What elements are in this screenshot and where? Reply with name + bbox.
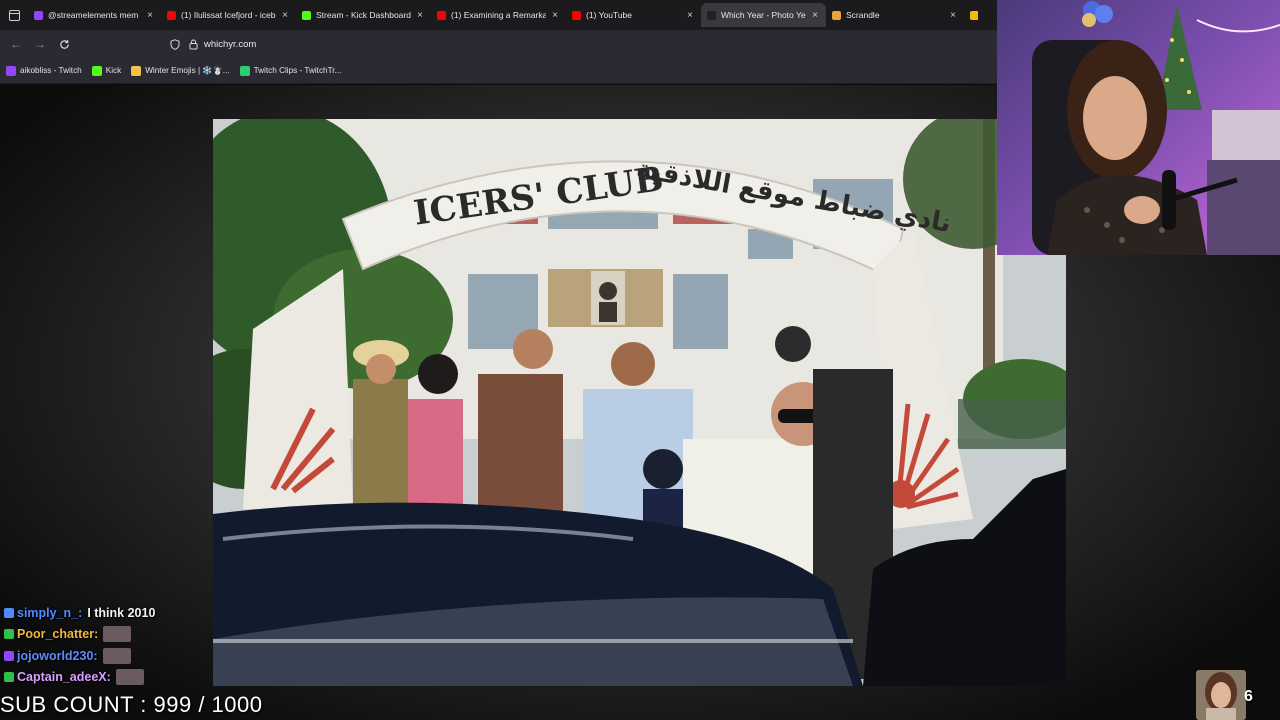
youtube-icon <box>437 10 446 20</box>
address-bar[interactable]: whichyr.com <box>168 33 256 55</box>
chat-username: Captain_adeeX: <box>17 670 111 685</box>
browser-tab[interactable]: Which Year - Photo Year Gu × <box>701 3 826 27</box>
screen: @streamelements mem × (1) Ilulissat Icefjo… <box>0 0 1280 720</box>
close-tab-icon[interactable]: × <box>810 10 820 21</box>
back-arrow-icon[interactable]: ← <box>4 32 28 56</box>
forward-arrow-icon[interactable]: → <box>28 32 52 56</box>
bookmark-item[interactable]: Twitch Clips - TwitchTr... <box>239 65 342 76</box>
sub-count-label: SUB COUNT : 999 / 1000 <box>0 692 263 717</box>
bookmark-item[interactable]: aikobliss - Twitch <box>6 65 82 76</box>
chat-username: simply_n_: <box>17 605 83 620</box>
reload-icon[interactable] <box>52 32 76 56</box>
bookmark-label: Winter Emojis | ❄️☃️... <box>145 65 230 75</box>
folder-icon <box>131 65 142 76</box>
chat-message: simply_n_: I think 2010 <box>4 602 264 624</box>
bookmark-label: Kick <box>105 66 122 75</box>
bookmark-label: aikobliss - Twitch <box>20 66 82 75</box>
close-tab-icon[interactable]: × <box>550 10 560 21</box>
tab-bar: @streamelements mem × (1) Ilulissat Icefjo… <box>0 0 1000 30</box>
tab-list-menu-icon[interactable] <box>0 0 28 30</box>
lock-icon[interactable] <box>186 39 200 50</box>
chat-emote-icon <box>115 669 144 686</box>
close-tab-icon[interactable]: × <box>685 10 695 21</box>
chat-message: Poor_chatter: <box>4 624 264 646</box>
chat-badge-icon <box>4 629 14 640</box>
close-tab-icon[interactable]: × <box>280 10 290 21</box>
navigation-bar: ← → whichyr.com <box>0 30 1000 58</box>
youtube-icon <box>167 10 176 20</box>
browser-tab[interactable]: Scrandle × <box>826 3 964 27</box>
corner-number: 6 <box>1244 688 1253 705</box>
youtube-icon <box>572 10 581 20</box>
twitch-icon <box>34 10 43 20</box>
whichyear-icon <box>707 10 716 20</box>
chat-emote-icon <box>103 626 132 643</box>
webcam-feed <box>997 0 1280 255</box>
tab-label: @streamelements mem <box>48 10 139 20</box>
close-tab-icon[interactable]: × <box>948 10 958 21</box>
tab-label: (1) Examining a Remarkabl <box>451 10 546 20</box>
game-photo: ICERS' CLUB نادي ضباط موقع اللاذقية <box>213 119 1066 686</box>
browser-tab[interactable]: (1) Examining a Remarkabl × <box>431 3 566 27</box>
close-tab-icon[interactable]: × <box>145 10 155 21</box>
bookmark-item[interactable]: Winter Emojis | ❄️☃️... <box>131 65 230 76</box>
bookmarks-bar: aikobliss - Twitch Kick Winter Emojis | ❄️… <box>0 58 1000 84</box>
kick-icon <box>302 10 311 20</box>
browser-tab[interactable]: S <box>964 3 978 27</box>
chat-text: I think 2010 <box>87 605 156 620</box>
tab-label: (1) YouTube <box>586 10 632 20</box>
chat-username: jojoworld230: <box>17 648 98 663</box>
close-tab-icon[interactable]: × <box>415 10 425 21</box>
url-text[interactable]: whichyr.com <box>204 39 256 50</box>
chat-username: Poor_chatter: <box>17 627 99 642</box>
chat-badge-icon <box>4 650 14 661</box>
scrandle-icon <box>832 10 841 20</box>
chat-message: Captain_adeeX: <box>4 667 264 689</box>
tab-label: (1) Ilulissat Icefjord - iceber <box>181 10 276 20</box>
browser-tab[interactable]: Stream - Kick Dashboard × <box>296 3 431 27</box>
chat-overlay: simply_n_: I think 2010 Poor_chatter:jojow… <box>4 602 264 688</box>
browser-tab[interactable]: (1) YouTube × <box>566 3 701 27</box>
bookmark-label: Twitch Clips - TwitchTr... <box>253 66 342 75</box>
kick-icon <box>91 65 102 76</box>
tab-label: Stream - Kick Dashboard <box>316 10 411 20</box>
tab-icon <box>970 10 978 20</box>
corner-avatar <box>1196 670 1246 720</box>
tab-label: Which Year - Photo Year Gu <box>721 10 806 20</box>
chat-message: jojoworld230: <box>4 645 264 667</box>
twitch-icon <box>6 65 16 76</box>
chat-badge-icon <box>4 607 14 618</box>
chat-badge-icon <box>4 672 14 683</box>
shield-icon[interactable] <box>168 38 182 50</box>
browser-tab[interactable]: (1) Ilulissat Icefjord - iceber × <box>161 3 296 27</box>
tab-label: Scrandle <box>846 10 880 20</box>
browser-tab[interactable]: @streamelements mem × <box>28 3 161 27</box>
chat-emote-icon <box>102 647 131 664</box>
bookmark-item[interactable]: Kick <box>91 65 122 76</box>
twitchtracker-icon <box>239 65 250 76</box>
